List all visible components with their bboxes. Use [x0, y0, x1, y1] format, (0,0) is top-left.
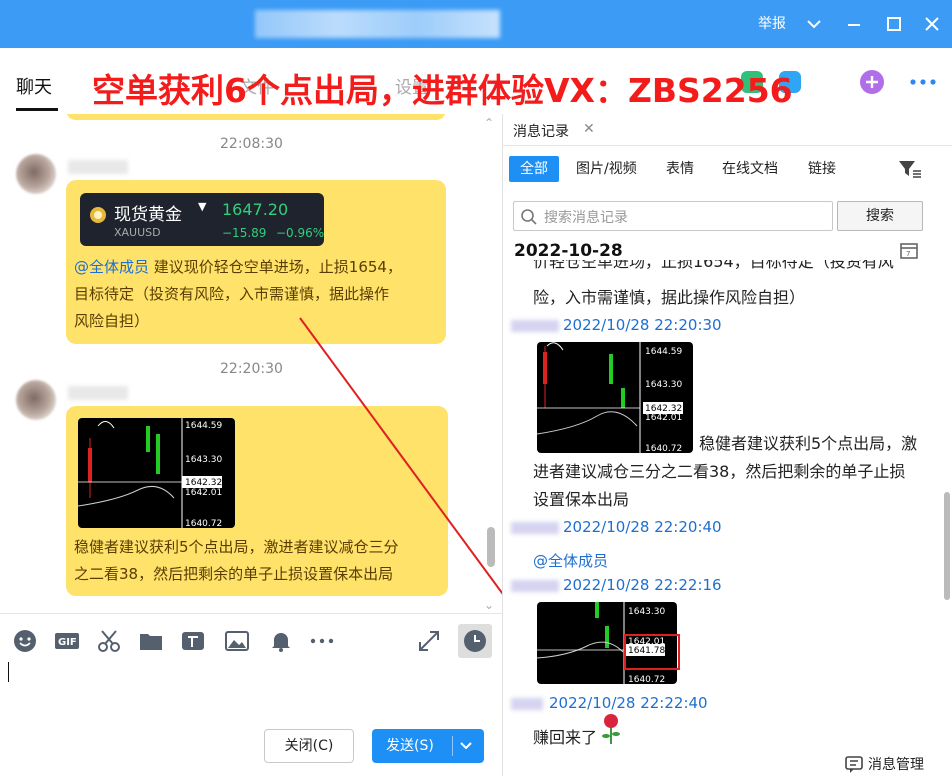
rose-icon [602, 714, 620, 744]
history-date: 2022-10-28 [514, 241, 623, 261]
image-icon[interactable] [224, 628, 250, 654]
send-divider [452, 736, 453, 756]
more-tools-icon[interactable] [308, 628, 334, 654]
folder-icon[interactable] [138, 628, 164, 654]
filter-media[interactable]: 图片/视频 [565, 156, 648, 182]
history-scrollbar[interactable] [944, 492, 950, 600]
sender-name-blurred [511, 580, 559, 592]
history-tab[interactable]: 消息记录 [513, 121, 569, 141]
message-manage-label[interactable]: 消息管理 [868, 754, 924, 774]
history-line: 进者建议减仓三分之二看38，然后把剩余的单子止损 [533, 462, 906, 481]
history-line: 赚回来了 [533, 728, 598, 747]
history-timestamp: 2022/10/28 22:20:40 [563, 518, 722, 536]
history-line: 稳健者建议获利5个点出局，激 [699, 434, 918, 453]
chart-tick-label: 1640.72 [645, 444, 682, 453]
close-button[interactable]: 关闭(C) [264, 729, 354, 763]
history-line: 设置保本出局 [533, 490, 630, 509]
chart-tick-label: 1643.30 [645, 380, 682, 390]
gif-icon[interactable]: GIF [54, 628, 80, 654]
svg-text:GIF: GIF [58, 637, 77, 648]
tab-divider [503, 145, 952, 146]
history-search-input[interactable]: 搜索消息记录 [513, 201, 833, 231]
close-tab-icon[interactable]: ✕ [583, 121, 595, 137]
history-timestamp: 2022/10/28 22:20:30 [563, 316, 722, 334]
send-button[interactable]: 发送(S) [372, 729, 484, 763]
chart-tick-label: 1640.72 [628, 675, 665, 684]
svg-text:7: 7 [906, 250, 910, 258]
emoji-icon[interactable] [12, 628, 38, 654]
sender-name-blurred [511, 522, 559, 534]
expand-icon[interactable] [416, 628, 442, 654]
chart-tick-label: 1642.01 [645, 413, 682, 423]
history-line: 险，入市需谨慎，据此操作风险自担） [533, 288, 806, 307]
highlight-box [624, 634, 680, 670]
history-pane: 消息记录 ✕ 全部 图片/视频 表情 在线文档 链接 搜索消息记录 搜索 202… [503, 114, 952, 776]
chevron-down-icon[interactable] [458, 739, 474, 753]
scissors-icon[interactable] [96, 628, 122, 654]
search-icon [521, 209, 537, 225]
bell-icon[interactable] [268, 628, 294, 654]
filter-icon[interactable] [897, 158, 923, 180]
history-line: 价轻仓空单进场，止损1654，目标待定（投资有风 [533, 260, 894, 271]
sender-name-blurred [511, 320, 559, 332]
search-button[interactable]: 搜索 [837, 201, 923, 231]
message-manage-icon[interactable] [844, 754, 864, 774]
send-label: 发送(S) [386, 738, 434, 754]
history-chart-image[interactable]: 1644.59 1643.30 1642.32 1642.01 1640.72 [537, 342, 693, 453]
candlestick-chart: 1644.59 1643.30 1642.32 1642.01 1640.72 [537, 342, 683, 453]
filter-docs[interactable]: 在线文档 [711, 156, 789, 182]
filter-all[interactable]: 全部 [509, 156, 559, 182]
mention-all[interactable]: @全体成员 [533, 550, 608, 571]
chart-tick-label: 1643.30 [628, 607, 665, 617]
sender-name-blurred [511, 698, 543, 710]
filter-links[interactable]: 链接 [797, 156, 847, 182]
filter-stickers[interactable]: 表情 [655, 156, 705, 182]
search-placeholder: 搜索消息记录 [544, 210, 628, 226]
rich-text-icon[interactable] [180, 628, 206, 654]
history-list[interactable]: 价轻仓空单进场，止损1654，目标待定（投资有风 险，入市需谨慎，据此操作风险自… [503, 260, 943, 750]
history-timestamp: 2022/10/28 22:22:40 [549, 694, 708, 712]
history-clock-icon[interactable] [458, 624, 492, 658]
calendar-icon[interactable]: 7 [899, 240, 919, 260]
chart-tick-label: 1644.59 [645, 347, 682, 357]
input-area: GIF 关闭(C) 发送(S) [0, 613, 502, 776]
message-input[interactable] [0, 658, 502, 720]
history-timestamp: 2022/10/28 22:22:16 [563, 576, 722, 594]
